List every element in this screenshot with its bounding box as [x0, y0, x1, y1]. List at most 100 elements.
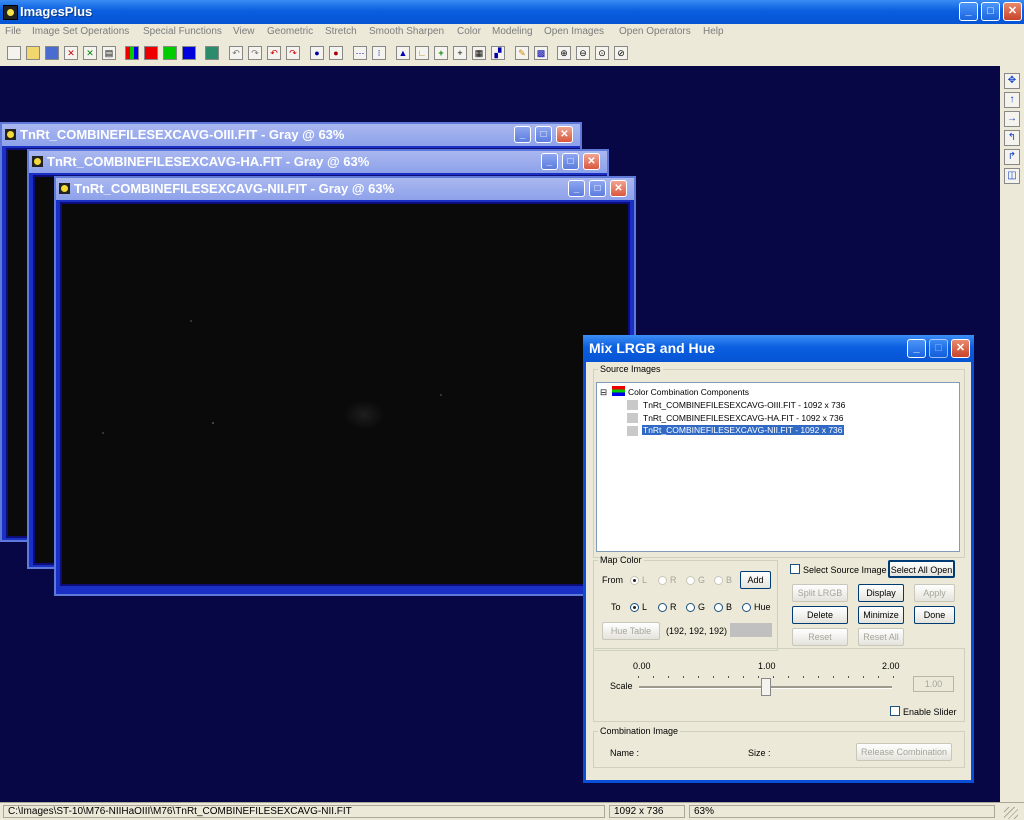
from-radio-r: [658, 576, 667, 585]
to-radio-l[interactable]: [630, 603, 639, 612]
tree-item[interactable]: TnRt_COMBINEFILESEXCAVG-HA.FIT - 1092 x …: [643, 413, 843, 423]
select-source-checkbox[interactable]: [790, 564, 800, 574]
image-window-title-bar[interactable]: TnRt_COMBINEFILESEXCAVG-NII.FIT - Gray @…: [56, 178, 634, 200]
chart-icon[interactable]: ▞: [491, 46, 505, 60]
angle-icon[interactable]: ∟: [415, 46, 429, 60]
point-icon[interactable]: ●: [310, 46, 324, 60]
source-images-tree[interactable]: ⊟ Color Combination Components TnRt_COMB…: [596, 382, 960, 552]
enable-slider-checkbox[interactable]: [890, 706, 900, 716]
to-radio-hue[interactable]: [742, 603, 751, 612]
from-radio-b: [714, 576, 723, 585]
maximize-icon[interactable]: □: [981, 2, 1000, 21]
undo-all-icon[interactable]: ↶: [267, 46, 281, 60]
menu-smooth-sharpen[interactable]: Smooth Sharpen: [369, 26, 444, 37]
menu-geometric[interactable]: Geometric: [267, 26, 313, 37]
move-icon[interactable]: ✥: [1004, 73, 1020, 89]
resize-grip[interactable]: [1004, 807, 1018, 819]
image-window-title-bar[interactable]: TnRt_COMBINEFILESEXCAVG-OIII.FIT - Gray …: [2, 124, 580, 146]
minimize-icon[interactable]: _: [568, 180, 585, 197]
menu-open-operators[interactable]: Open Operators: [619, 26, 691, 37]
arrow-right-icon[interactable]: →: [1004, 111, 1020, 127]
minimize-icon[interactable]: _: [514, 126, 531, 143]
zoom-out-icon[interactable]: ⊖: [576, 46, 590, 60]
menu-special-functions[interactable]: Special Functions: [143, 26, 222, 37]
scale-max-label: 2.00: [882, 661, 900, 671]
menu-help[interactable]: Help: [703, 26, 724, 37]
close-icon[interactable]: ✕: [1003, 2, 1022, 21]
scale-slider-thumb[interactable]: [761, 678, 771, 696]
new-file-icon[interactable]: [7, 46, 21, 60]
maximize-icon: □: [929, 339, 948, 358]
select-all-open-button[interactable]: Select All Open: [888, 560, 955, 578]
scale-value-field: 1.00: [913, 676, 954, 692]
tree-item[interactable]: TnRt_COMBINEFILESEXCAVG-OIII.FIT - 1092 …: [643, 400, 845, 410]
dotted-line-icon[interactable]: ⋯: [353, 46, 367, 60]
menu-open-images[interactable]: Open Images: [544, 26, 604, 37]
image-window-nii[interactable]: TnRt_COMBINEFILESEXCAVG-NII.FIT - Gray @…: [54, 176, 636, 596]
grid-icon[interactable]: [205, 46, 219, 60]
blue-channel-icon[interactable]: [182, 46, 196, 60]
point-red-icon[interactable]: ●: [329, 46, 343, 60]
mosaic-icon[interactable]: ▩: [534, 46, 548, 60]
arrow-up-icon[interactable]: ↑: [1004, 92, 1020, 108]
menu-stretch[interactable]: Stretch: [325, 26, 357, 37]
minimize-button[interactable]: Minimize: [858, 606, 904, 624]
tree-root[interactable]: Color Combination Components: [628, 387, 749, 397]
histogram-icon[interactable]: ▲: [396, 46, 410, 60]
menu-bar: File Image Set Operations Special Functi…: [0, 24, 1024, 41]
image-canvas[interactable]: [60, 202, 630, 586]
undo-icon[interactable]: ↶: [229, 46, 243, 60]
add-button[interactable]: Add: [740, 571, 771, 589]
close-icon[interactable]: ✕: [583, 153, 600, 170]
menu-file[interactable]: File: [5, 26, 21, 37]
plus-green-icon[interactable]: +: [434, 46, 448, 60]
scale-mid-label: 1.00: [758, 661, 776, 671]
menu-image-set-operations[interactable]: Image Set Operations: [32, 26, 129, 37]
to-label: To: [611, 602, 621, 612]
dot-pattern-icon[interactable]: ⁝: [372, 46, 386, 60]
rgb-icon[interactable]: [125, 46, 139, 60]
rotate-left-icon[interactable]: ↰: [1004, 130, 1020, 146]
minimize-icon[interactable]: _: [541, 153, 558, 170]
zoom-fit-icon[interactable]: ⊙: [595, 46, 609, 60]
print-icon[interactable]: ▤: [102, 46, 116, 60]
menu-view[interactable]: View: [233, 26, 255, 37]
to-radio-b[interactable]: [714, 603, 723, 612]
maximize-icon[interactable]: □: [589, 180, 606, 197]
green-channel-icon[interactable]: [163, 46, 177, 60]
zoom-in-icon[interactable]: ⊕: [557, 46, 571, 60]
open-folder-icon[interactable]: [26, 46, 40, 60]
crosshair-icon[interactable]: +: [453, 46, 467, 60]
close-icon[interactable]: ✕: [610, 180, 627, 197]
minimize-icon[interactable]: _: [907, 339, 926, 358]
minimize-icon[interactable]: _: [959, 2, 978, 21]
close-icon[interactable]: ✕: [951, 339, 970, 358]
image-window-title: TnRt_COMBINEFILESEXCAVG-HA.FIT - Gray @ …: [47, 154, 370, 169]
dialog-title-bar[interactable]: Mix LRGB and Hue _ □ ✕: [583, 335, 974, 362]
close-all-icon[interactable]: ✕: [83, 46, 97, 60]
calculator-icon[interactable]: ▦: [472, 46, 486, 60]
save-icon[interactable]: [45, 46, 59, 60]
redo-all-icon[interactable]: ↷: [286, 46, 300, 60]
maximize-icon[interactable]: □: [562, 153, 579, 170]
to-radio-r[interactable]: [658, 603, 667, 612]
close-image-icon[interactable]: ✕: [64, 46, 78, 60]
zoom-actual-icon[interactable]: ⊘: [614, 46, 628, 60]
image-window-title-bar[interactable]: TnRt_COMBINEFILESEXCAVG-HA.FIT - Gray @ …: [29, 151, 607, 173]
tree-collapse-icon[interactable]: ⊟: [600, 387, 607, 398]
menu-modeling[interactable]: Modeling: [492, 26, 533, 37]
rotate-right-icon[interactable]: ↱: [1004, 149, 1020, 165]
flip-icon[interactable]: ◫: [1004, 168, 1020, 184]
red-channel-icon[interactable]: [144, 46, 158, 60]
tree-item-selected[interactable]: TnRt_COMBINEFILESEXCAVG-NII.FIT - 1092 x…: [642, 425, 844, 435]
maximize-icon[interactable]: □: [535, 126, 552, 143]
redo-icon[interactable]: ↷: [248, 46, 262, 60]
menu-color[interactable]: Color: [457, 26, 481, 37]
display-button[interactable]: Display: [858, 584, 904, 602]
pencil-icon[interactable]: ✎: [515, 46, 529, 60]
delete-button[interactable]: Delete: [792, 606, 848, 624]
done-button[interactable]: Done: [914, 606, 955, 624]
scale-min-label: 0.00: [633, 661, 651, 671]
close-icon[interactable]: ✕: [556, 126, 573, 143]
to-radio-g[interactable]: [686, 603, 695, 612]
